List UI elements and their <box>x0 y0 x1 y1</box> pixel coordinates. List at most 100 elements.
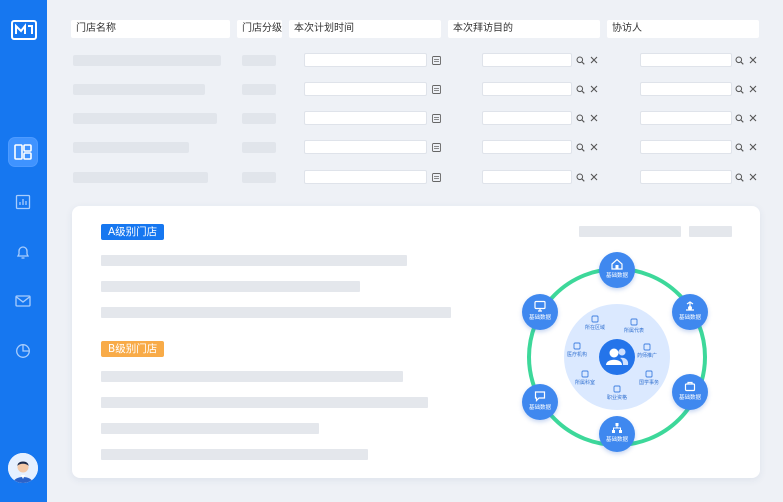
table-row <box>71 111 761 125</box>
inner-item-label: 药师推广 <box>636 353 657 359</box>
nav-stats[interactable] <box>8 336 38 366</box>
placeholder-bar <box>689 226 732 237</box>
search-icon[interactable] <box>574 171 586 183</box>
header-co-visitor: 协访人 <box>607 20 759 38</box>
calendar-icon[interactable] <box>430 141 442 153</box>
store-grade-placeholder <box>242 113 276 124</box>
co-visitor-input[interactable] <box>640 111 732 125</box>
close-icon[interactable] <box>747 141 759 153</box>
diagram-node[interactable]: 基础数据 <box>599 416 635 452</box>
header-store-grade: 门店分级 <box>237 20 282 38</box>
store-grade-placeholder <box>242 84 276 95</box>
tree-icon <box>612 423 622 433</box>
node-label: 基础数据 <box>605 273 628 279</box>
table-row <box>71 140 761 154</box>
visit-purpose-input[interactable] <box>482 170 572 184</box>
search-icon[interactable] <box>733 171 745 183</box>
nav-mail[interactable] <box>8 286 38 316</box>
visit-purpose-input[interactable] <box>482 140 572 154</box>
close-icon[interactable] <box>588 141 600 153</box>
inner-item-icon <box>573 342 581 350</box>
inner-item-icon <box>643 343 651 351</box>
node-label: 基础数据 <box>678 395 701 401</box>
node-label: 基础数据 <box>678 315 701 321</box>
close-icon[interactable] <box>747 171 759 183</box>
bag-icon <box>684 381 696 392</box>
search-icon[interactable] <box>574 141 586 153</box>
sidebar <box>0 0 47 502</box>
close-icon[interactable] <box>588 171 600 183</box>
search-icon[interactable] <box>733 54 745 66</box>
co-visitor-input[interactable] <box>640 82 732 96</box>
nav-notifications[interactable] <box>8 237 38 267</box>
monitor-icon <box>534 300 546 312</box>
visit-purpose-input[interactable] <box>482 82 572 96</box>
mail-icon <box>15 295 31 307</box>
co-visitor-input[interactable] <box>640 53 732 67</box>
close-icon[interactable] <box>588 112 600 124</box>
diagram-node[interactable]: 基础数据 <box>599 252 635 288</box>
inner-item-label: 所属代表 <box>623 328 644 334</box>
store-name-placeholder <box>73 55 221 66</box>
header-visit-purpose: 本次拜访目的 <box>448 20 600 38</box>
search-icon[interactable] <box>574 83 586 95</box>
plan-time-input[interactable] <box>304 140 427 154</box>
calendar-icon[interactable] <box>430 171 442 183</box>
inner-item-icon <box>645 370 653 378</box>
visit-plan-table: 门店名称 门店分级 本次计划时间 本次拜访目的 协访人 <box>71 20 761 40</box>
visit-purpose-input[interactable] <box>482 111 572 125</box>
node-label: 基础数据 <box>528 315 551 321</box>
home-icon <box>611 258 623 270</box>
inner-item-label: 所在区域 <box>584 325 605 331</box>
inner-item: 医疗机构 <box>557 342 597 358</box>
scale-icon <box>686 301 694 311</box>
dashboard-icon <box>14 144 32 160</box>
close-icon[interactable] <box>747 83 759 95</box>
avatar[interactable] <box>8 453 38 483</box>
visit-purpose-input[interactable] <box>482 53 572 67</box>
co-visitor-input[interactable] <box>640 140 732 154</box>
inner-item-label: 职业资格 <box>606 395 627 401</box>
diagram-node[interactable]: 基础数据 <box>672 374 708 410</box>
header-plan-time: 本次计划时间 <box>289 20 441 38</box>
node-label: 基础数据 <box>528 405 551 411</box>
inner-item: 所在区域 <box>575 315 615 331</box>
close-icon[interactable] <box>747 112 759 124</box>
plan-time-input[interactable] <box>304 53 427 67</box>
inner-item: 职业资格 <box>597 385 637 401</box>
tag-b-level-store: B级别门店 <box>101 341 165 357</box>
text-placeholder <box>101 307 451 318</box>
calendar-icon[interactable] <box>430 54 442 66</box>
diagram-node[interactable]: 基础数据 <box>522 294 558 330</box>
inner-item-label: 国学事务 <box>638 380 659 386</box>
plan-time-input[interactable] <box>304 82 427 96</box>
chat-icon <box>534 391 546 402</box>
diagram-node[interactable]: 基础数据 <box>522 384 558 420</box>
co-visitor-input[interactable] <box>640 170 732 184</box>
search-icon[interactable] <box>574 112 586 124</box>
search-icon[interactable] <box>574 54 586 66</box>
search-icon[interactable] <box>733 141 745 153</box>
header-store-name: 门店名称 <box>71 20 230 38</box>
search-icon[interactable] <box>733 83 745 95</box>
search-icon[interactable] <box>733 112 745 124</box>
placeholder-bar <box>579 226 681 237</box>
plan-time-input[interactable] <box>304 170 427 184</box>
table-row <box>71 82 761 96</box>
nav-chart[interactable] <box>8 187 38 217</box>
close-icon[interactable] <box>747 54 759 66</box>
diagram-node[interactable]: 基础数据 <box>672 294 708 330</box>
text-placeholder <box>101 371 403 382</box>
calendar-icon[interactable] <box>430 112 442 124</box>
inner-item: 所属代表 <box>614 318 654 334</box>
table-row <box>71 53 761 67</box>
plan-time-input[interactable] <box>304 111 427 125</box>
table-header: 门店名称 门店分级 本次计划时间 本次拜访目的 协访人 <box>71 20 761 40</box>
close-icon[interactable] <box>588 54 600 66</box>
store-grade-placeholder <box>242 172 276 183</box>
nav-dashboard[interactable] <box>8 137 38 167</box>
text-placeholder <box>101 255 407 266</box>
calendar-icon[interactable] <box>430 83 442 95</box>
text-placeholder <box>101 281 360 292</box>
close-icon[interactable] <box>588 83 600 95</box>
